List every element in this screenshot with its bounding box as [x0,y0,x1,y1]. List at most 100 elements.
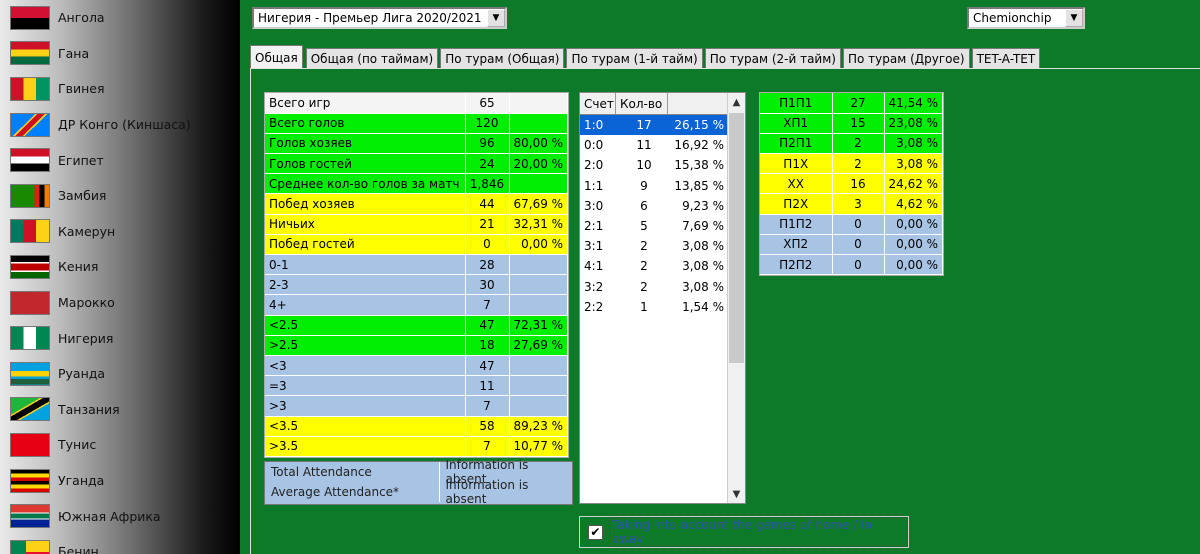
league-select[interactable]: Нигерия - Премьер Лига 2020/2021 ▼ [252,7,507,29]
outcome-label: П1П1 [760,93,833,114]
country-item[interactable]: Камерун [0,214,240,250]
stats-label: <2.5 [265,315,466,336]
championship-select-value: Chemionchip [973,11,1052,25]
stats-pct [509,93,569,114]
tab-0[interactable]: Общая [250,45,303,70]
score-count: 10 [636,158,652,173]
country-name: ДР Конго (Киншаса) [58,117,191,133]
outcome-pct: 3,08 % [884,133,944,155]
country-name: Ангола [58,10,105,26]
stats-value: 58 [465,416,510,437]
score-row[interactable]: 1:0 17 26,15 % [580,115,745,136]
chevron-up-icon[interactable]: ▲ [728,93,745,111]
home-away-checkbox[interactable]: ✔ [588,524,603,540]
tab-1[interactable]: Общая (по таймам) [305,48,439,69]
country-item[interactable]: ДР Конго (Киншаса) [0,107,240,143]
chevron-down-icon[interactable]: ▼ [487,9,505,27]
pct-header[interactable] [668,93,728,114]
country-item[interactable]: Кения [0,249,240,285]
country-name: Замбия [58,188,107,204]
tab-2[interactable]: По турам (Общая) [440,48,565,69]
score-list[interactable]: Счет Кол-во 1:0 17 26,15 % 0:0 11 16,92 % 2:0 1… [579,92,746,504]
stats-row: Голов хозяев 96 80,00 % [265,133,569,155]
stats-pct: 0,00 % [509,234,569,256]
country-item[interactable]: Уганда [0,463,240,499]
country-item[interactable]: Гвинея [0,71,240,107]
country-name: Гвинея [58,81,105,97]
score-row[interactable]: 4:1 2 3,08 % [580,256,745,276]
stats-value: 21 [465,214,510,235]
count-header[interactable]: Кол-во [616,93,668,114]
tab-4[interactable]: По турам (2-й тайм) [704,48,841,69]
outcome-value: 15 [832,113,885,134]
country-item[interactable]: Ангола [0,0,240,36]
outcome-pct: 0,00 % [884,254,944,276]
country-item[interactable]: Южная Африка [0,498,240,534]
country-item[interactable]: Египет [0,142,240,178]
country-sidebar[interactable]: Ангола Гана Гвинея ДР Конго (Киншаса) Египет… [0,0,240,554]
tab-6[interactable]: TET-A-TET [971,48,1041,69]
country-item[interactable]: Гана [0,36,240,72]
outcome-label: П1Х [760,153,833,175]
stats-row: Всего игр 65 [265,93,569,114]
score-row[interactable]: 3:1 2 3,08 % [580,236,745,256]
stats-label: Побед гостей [265,234,466,256]
country-item[interactable]: Танзания [0,392,240,428]
country-name: Тунис [58,437,97,453]
flag-icon [10,148,50,173]
championship-select[interactable]: Chemionchip ▼ [967,7,1085,29]
score-row[interactable]: 2:2 1 1,54 % [580,297,745,317]
tab-3[interactable]: По турам (1-й тайм) [566,48,703,69]
outcome-row: ХП1 15 23,08 % [760,113,944,134]
stats-pct [509,254,569,276]
stats-row: <3 47 [265,355,569,377]
home-away-checkbox-label[interactable]: Taking into account the games of home / … [608,517,908,547]
stats-row: <3.5 58 89,23 % [265,416,569,437]
stats-pct: 89,23 % [509,416,569,437]
country-item[interactable]: Замбия [0,178,240,214]
stats-pct [509,274,569,296]
outcome-pct: 41,54 % [884,93,944,114]
score-row[interactable]: 3:0 6 9,23 % [580,196,745,216]
stats-value: 0 [465,234,510,256]
stats-value: 30 [465,274,510,296]
country-item[interactable]: Бенин [0,534,240,554]
country-name: Руанда [58,366,106,382]
stats-value: 7 [465,395,510,417]
stats-value: 24 [465,153,510,175]
country-item[interactable]: Нигерия [0,320,240,356]
flag-icon [10,432,50,457]
scrollbar[interactable]: ▲ ▼ [727,93,745,503]
flag-icon [10,112,50,137]
stats-value: 47 [465,355,510,377]
score-score: 4:1 [584,259,604,274]
country-item[interactable]: Марокко [0,285,240,321]
country-name: Египет [58,152,104,168]
scroll-thumb[interactable] [729,113,744,363]
country-item[interactable]: Тунис [0,427,240,463]
stats-value: 120 [465,113,510,134]
tab-5[interactable]: По турам (Другое) [842,48,970,69]
score-score: 3:1 [584,239,604,254]
stats-table: Всего игр 65 Всего голов 120 Голов хозяев 96 8… [264,92,570,458]
flag-icon [10,290,50,315]
score-row[interactable]: 1:1 9 13,85 % [580,176,745,196]
outcome-pct: 24,62 % [884,173,944,195]
stats-value: 11 [465,375,510,397]
outcome-value: 0 [832,234,885,256]
chevron-down-icon[interactable]: ▼ [728,485,745,503]
score-row[interactable]: 2:1 5 7,69 % [580,216,745,236]
score-row[interactable]: 2:0 10 15,38 % [580,155,745,175]
score-row[interactable]: 0:0 11 16,92 % [580,135,745,155]
stats-row: >3.5 7 10,77 % [265,436,569,457]
flag-icon [10,254,50,279]
score-row[interactable]: 3:2 2 3,08 % [580,277,745,297]
outcome-value: 2 [832,153,885,175]
country-name: Южная Африка [58,508,161,524]
country-item[interactable]: Руанда [0,356,240,392]
attendance-value: Information is absent [445,478,529,506]
home-away-option[interactable]: ✔ Taking into account the games of home … [579,516,909,548]
chevron-down-icon[interactable]: ▼ [1065,9,1083,27]
score-pct: 3,08 % [682,259,724,274]
score-header[interactable]: Счет [580,93,616,114]
